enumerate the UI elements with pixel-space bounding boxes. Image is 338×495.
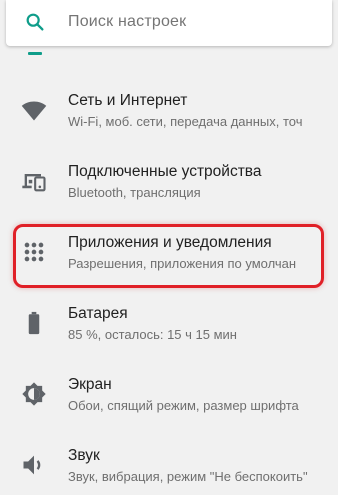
apps-grid-icon <box>24 242 44 262</box>
settings-screen: Поиск настроек Сеть и Интернет Wi-Fi, мо… <box>0 0 338 495</box>
settings-item-connected-devices[interactable]: Подключенные устройства Bluetooth, транс… <box>0 153 338 223</box>
scroll-peek-icon <box>28 52 42 55</box>
settings-item-title: Звук <box>68 447 100 464</box>
wifi-icon <box>21 101 47 121</box>
settings-item-subtitle: Обои, спящий режим, размер шрифта <box>68 398 299 413</box>
brightness-icon <box>22 382 46 406</box>
settings-item-battery[interactable]: Батарея 85 %, осталось: 15 ч 15 мин <box>0 295 338 365</box>
settings-item-subtitle: Wi-Fi, моб. сети, передача данных, точ <box>68 114 303 129</box>
settings-item-apps[interactable]: Приложения и уведомления Разрешения, при… <box>0 224 338 294</box>
volume-icon <box>23 455 41 475</box>
settings-item-sound[interactable]: Звук Звук, вибрация, режим "Не беспокоит… <box>0 437 338 495</box>
battery-icon <box>28 311 40 335</box>
search-placeholder: Поиск настроек <box>68 13 187 30</box>
settings-item-title: Приложения и уведомления <box>68 234 272 251</box>
settings-item-title: Батарея <box>68 305 128 322</box>
settings-item-network[interactable]: Сеть и Интернет Wi-Fi, моб. сети, переда… <box>0 82 338 152</box>
settings-item-subtitle: Звук, вибрация, режим "Не беспокоить" <box>68 469 308 484</box>
settings-item-subtitle: 85 %, осталось: 15 ч 15 мин <box>68 327 237 342</box>
settings-item-title: Сеть и Интернет <box>68 92 188 109</box>
connected-devices-icon <box>22 174 46 192</box>
settings-item-title: Подключенные устройства <box>68 163 262 180</box>
search-bar[interactable]: Поиск настроек <box>6 0 332 46</box>
settings-item-title: Экран <box>68 376 112 393</box>
settings-item-subtitle: Разрешения, приложения по умолчан <box>68 256 297 271</box>
search-container: Поиск настроек <box>6 0 332 48</box>
settings-item-subtitle: Bluetooth, трансляция <box>68 185 201 200</box>
settings-item-display[interactable]: Экран Обои, спящий режим, размер шрифта <box>0 366 338 436</box>
search-icon <box>26 13 44 31</box>
